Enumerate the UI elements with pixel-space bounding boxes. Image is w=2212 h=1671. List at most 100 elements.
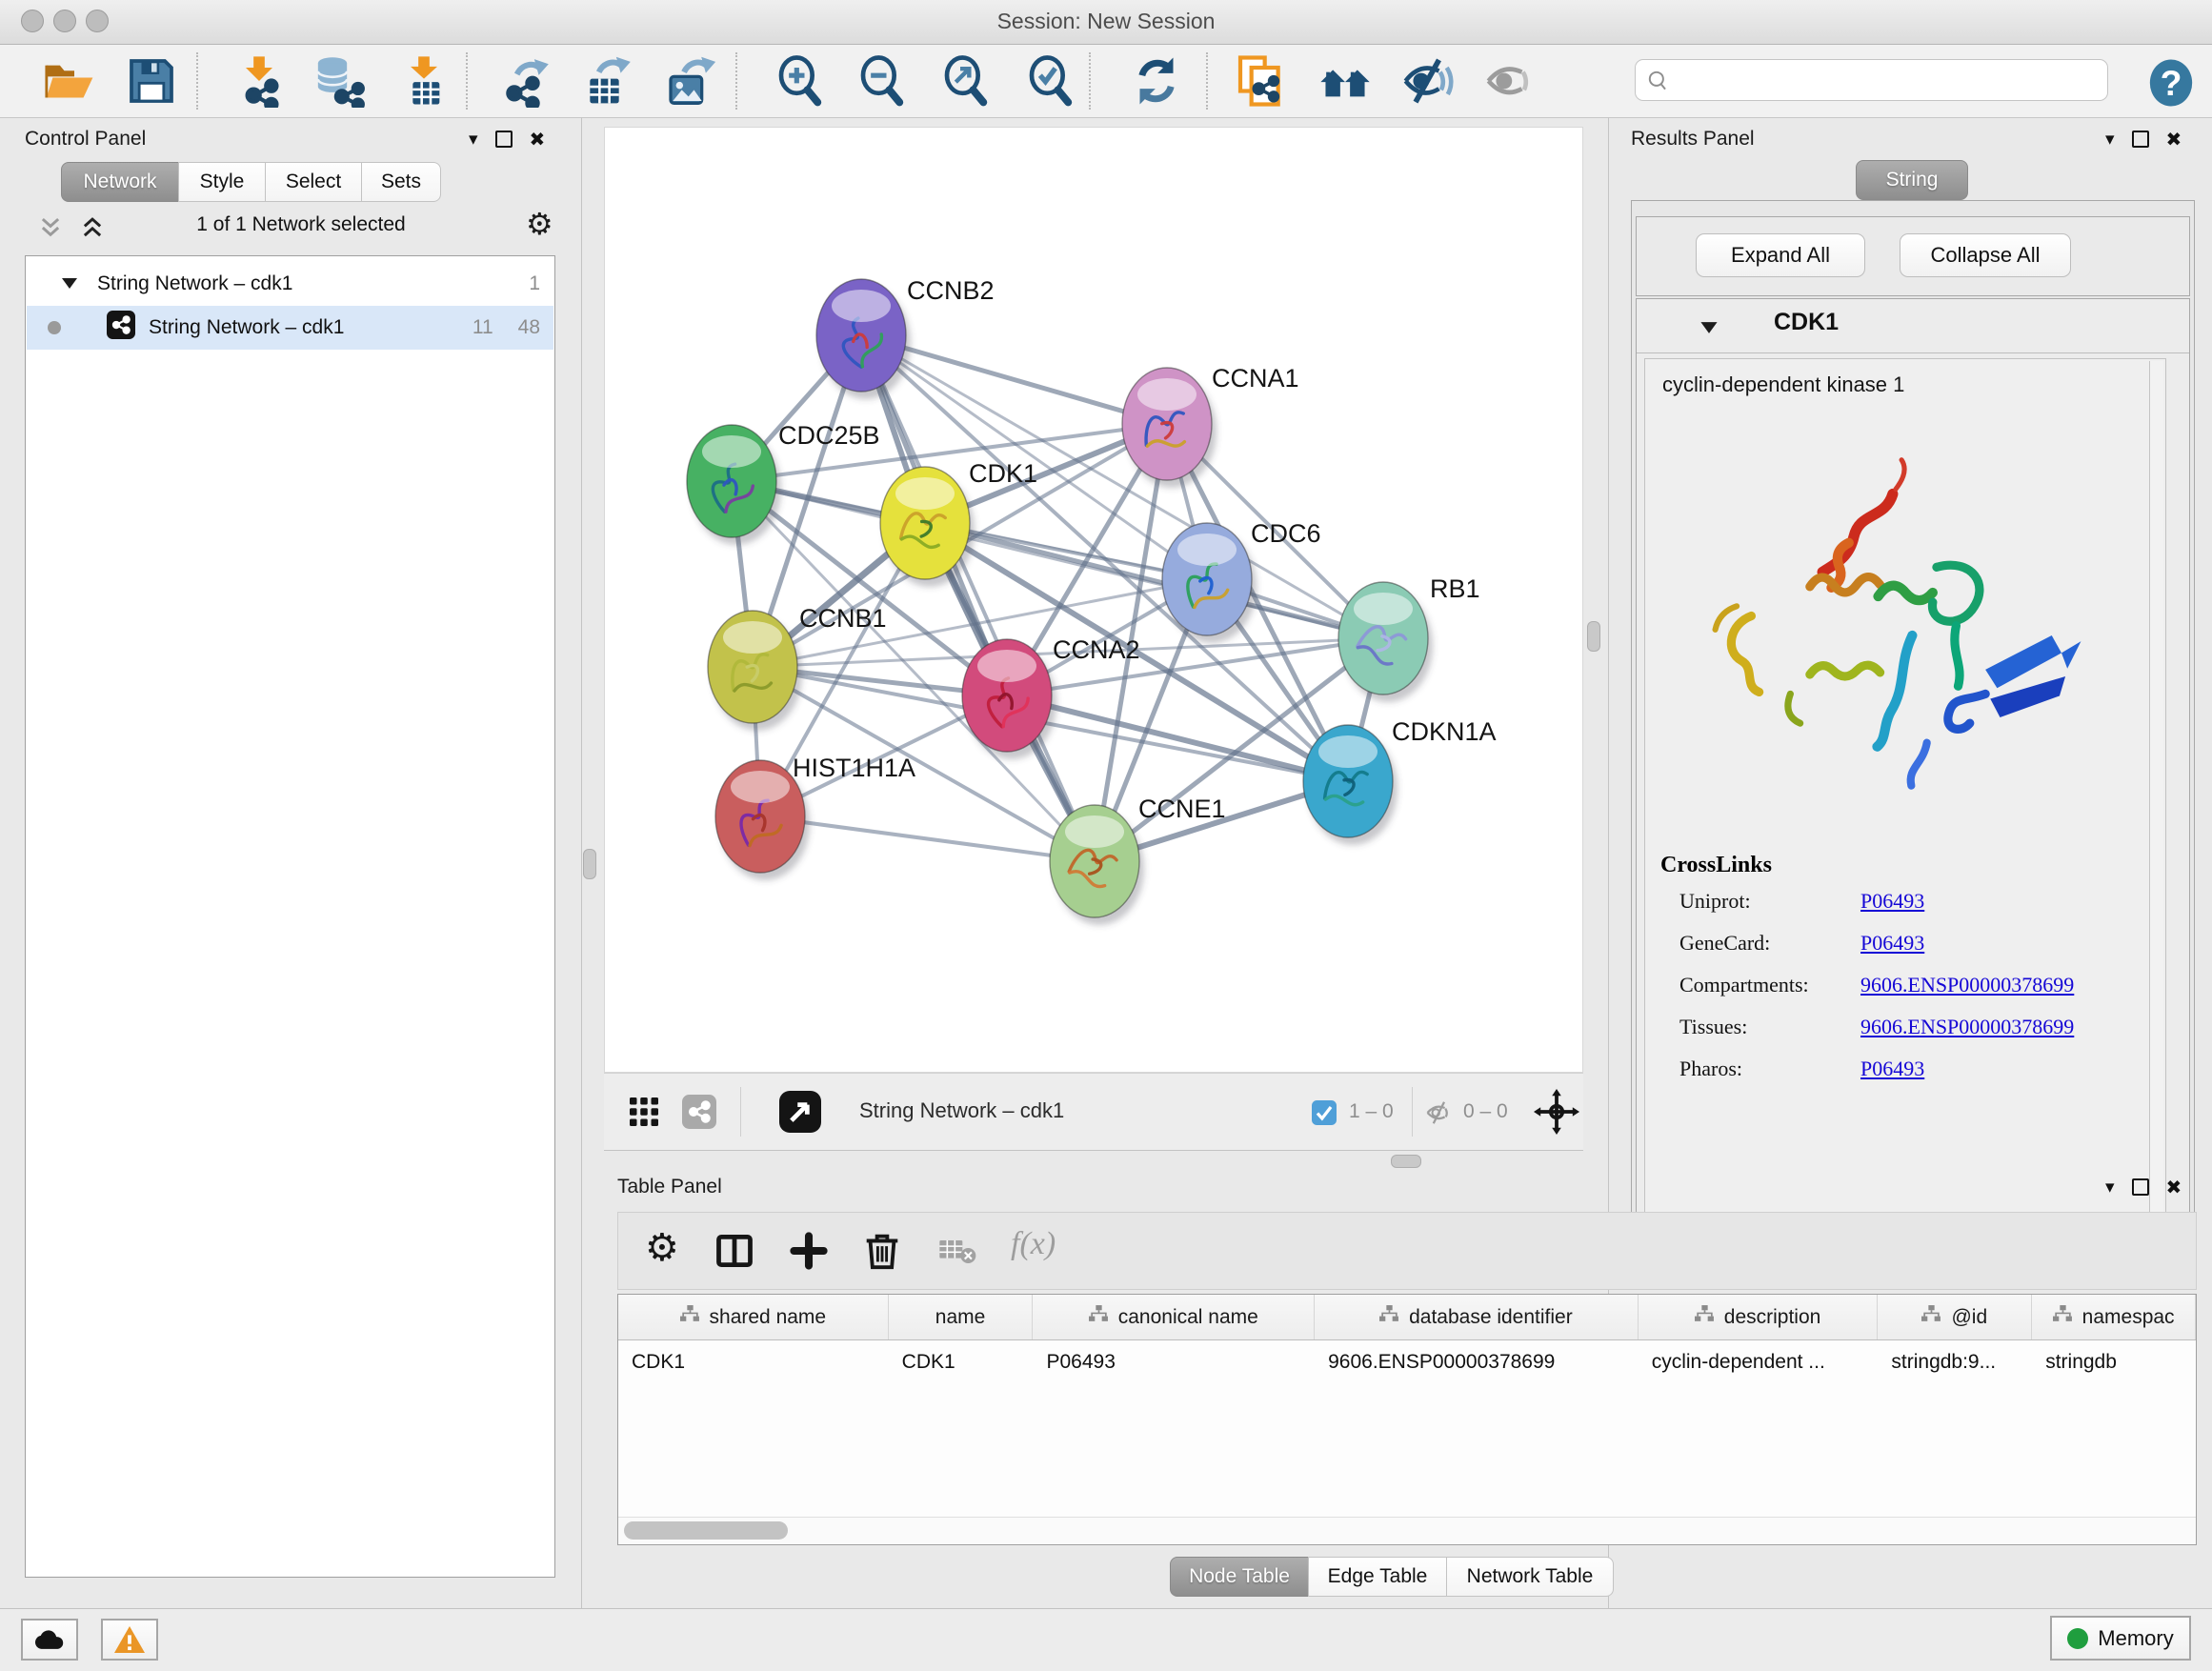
import-network-from-file-button[interactable] xyxy=(231,54,287,110)
crosslink-value[interactable]: 9606.ENSP00000378699 xyxy=(1860,1015,2074,1039)
table-cell[interactable]: CDK1 xyxy=(618,1340,889,1384)
network-share-icon[interactable] xyxy=(682,1095,716,1134)
column-header-description[interactable]: description xyxy=(1639,1295,1879,1339)
network-node-CCNB1[interactable]: CCNB1 xyxy=(708,604,887,731)
panel-menu-icon[interactable]: ▾ xyxy=(2105,1178,2115,1197)
panel-close-icon[interactable]: ✖ xyxy=(530,130,546,149)
table-cell[interactable]: P06493 xyxy=(1033,1340,1315,1384)
collapse-triangle-icon[interactable] xyxy=(61,272,78,295)
table-cell[interactable]: cyclin-dependent ... xyxy=(1639,1340,1879,1384)
network-options-gear-icon[interactable]: ⚙ xyxy=(526,206,553,242)
column-header-canonical-name[interactable]: canonical name xyxy=(1033,1295,1315,1339)
selected-checkbox-icon[interactable] xyxy=(1312,1100,1337,1130)
table-hscrollbar[interactable] xyxy=(618,1517,2196,1544)
network-edge[interactable] xyxy=(861,335,1095,861)
grid-view-icon[interactable] xyxy=(627,1095,661,1134)
network-node-CDC25B[interactable]: CDC25B xyxy=(687,421,880,545)
open-session-button[interactable] xyxy=(40,54,95,110)
column-header-label: shared name xyxy=(710,1306,827,1329)
crosslink-value[interactable]: P06493 xyxy=(1860,889,1924,914)
import-table-from-file-button[interactable] xyxy=(396,54,452,110)
hide-selected-button[interactable] xyxy=(1401,54,1457,110)
tab-network-table[interactable]: Network Table xyxy=(1446,1557,1614,1597)
cloud-status-button[interactable] xyxy=(21,1619,78,1661)
crosslink-value[interactable]: P06493 xyxy=(1860,931,1924,956)
panel-float-icon[interactable] xyxy=(2132,1178,2149,1196)
import-network-from-database-button[interactable] xyxy=(312,54,367,110)
column-header-namespac[interactable]: namespac xyxy=(2032,1295,2196,1339)
network-node-CCNE1[interactable]: CCNE1 xyxy=(1050,795,1226,925)
zoom-selected-button[interactable] xyxy=(1024,54,1079,110)
network-graph[interactable]: CCNB2CCNA1CDC25BCDK1CDC6RB1CCNB1CCNA2CDK… xyxy=(605,128,1582,1072)
table-cell[interactable]: stringdb xyxy=(2032,1340,2196,1384)
hscrollbar-thumb[interactable] xyxy=(624,1521,788,1540)
bottom-splitter-handle[interactable] xyxy=(1391,1155,1421,1168)
panel-menu-icon[interactable]: ▾ xyxy=(469,131,478,149)
network-canvas[interactable]: CCNB2CCNA1CDC25BCDK1CDC6RB1CCNB1CCNA2CDK… xyxy=(604,127,1583,1073)
collapse-all-button[interactable]: Collapse All xyxy=(1900,233,2071,277)
show-all-button[interactable] xyxy=(1484,54,1539,110)
delete-column-trash-icon[interactable] xyxy=(860,1228,904,1277)
save-session-button[interactable] xyxy=(124,54,179,110)
column-header-name[interactable]: name xyxy=(889,1295,1034,1339)
network-node-CCNB2[interactable]: CCNB2 xyxy=(816,276,995,399)
panel-menu-icon[interactable]: ▾ xyxy=(2105,131,2115,149)
crosslink-value[interactable]: 9606.ENSP00000378699 xyxy=(1860,973,2074,997)
tab-string[interactable]: String xyxy=(1856,160,1968,200)
column-header-database-identifier[interactable]: database identifier xyxy=(1315,1295,1639,1339)
pan-crosshair-icon[interactable] xyxy=(1534,1089,1579,1139)
tab-select[interactable]: Select xyxy=(265,162,362,202)
network-edge[interactable] xyxy=(760,816,1095,861)
memory-button[interactable]: Memory xyxy=(2050,1616,2191,1661)
column-header--id[interactable]: @id xyxy=(1878,1295,2032,1339)
panel-close-icon[interactable]: ✖ xyxy=(2166,130,2182,149)
right-splitter-handle[interactable] xyxy=(1587,621,1600,652)
table-row[interactable]: CDK1CDK1P064939606.ENSP00000378699cyclin… xyxy=(618,1340,2196,1384)
zoom-out-button[interactable] xyxy=(855,54,911,110)
network-collection-row[interactable]: String Network – cdk1 1 xyxy=(27,262,553,306)
fit-content-button[interactable] xyxy=(939,54,995,110)
tab-edge-table[interactable]: Edge Table xyxy=(1308,1557,1447,1597)
results-scrollbar[interactable] xyxy=(2149,361,2163,1218)
show-columns-icon[interactable] xyxy=(714,1230,755,1277)
tab-network[interactable]: Network xyxy=(61,162,179,202)
clone-network-button[interactable] xyxy=(1233,54,1288,110)
collapse-all-icon[interactable] xyxy=(38,215,63,245)
tab-sets[interactable]: Sets xyxy=(361,162,441,202)
birdseye-view-button[interactable] xyxy=(779,1091,821,1137)
table-settings-gear-icon[interactable]: ⚙ xyxy=(645,1226,679,1270)
crosslink-value[interactable]: P06493 xyxy=(1860,1057,1924,1081)
zoom-in-button[interactable] xyxy=(774,54,829,110)
panel-float-icon[interactable] xyxy=(495,131,513,148)
panel-close-icon[interactable]: ✖ xyxy=(2166,1178,2182,1197)
expand-all-button[interactable]: Expand All xyxy=(1696,233,1865,277)
network-node-CDKN1A[interactable]: CDKN1A xyxy=(1303,717,1497,845)
network-node-CDK1[interactable]: CDK1 xyxy=(880,459,1037,587)
left-panel-divider[interactable] xyxy=(581,117,582,1608)
network-node-CDC6[interactable]: CDC6 xyxy=(1162,519,1321,643)
warnings-button[interactable] xyxy=(101,1619,158,1661)
add-column-icon[interactable] xyxy=(788,1230,830,1277)
table-cell[interactable]: CDK1 xyxy=(889,1340,1034,1384)
network-row-selected[interactable]: String Network – cdk1 11 48 xyxy=(27,306,553,350)
network-node-HIST1H1A[interactable]: HIST1H1A xyxy=(715,754,915,880)
crosslink-label: Uniprot: xyxy=(1679,889,1860,914)
panel-float-icon[interactable] xyxy=(2132,131,2149,148)
node-label-CDK1: CDK1 xyxy=(969,459,1037,488)
expand-all-icon[interactable] xyxy=(80,215,105,245)
column-header-shared-name[interactable]: shared name xyxy=(618,1295,889,1339)
section-collapse-triangle-icon[interactable] xyxy=(1699,320,1719,339)
apply-preferred-layout-button[interactable] xyxy=(1129,54,1184,110)
left-splitter-handle[interactable] xyxy=(583,849,596,879)
first-neighbors-button[interactable] xyxy=(1317,54,1373,110)
export-table-button[interactable] xyxy=(580,54,635,110)
tab-node-table[interactable]: Node Table xyxy=(1170,1557,1309,1597)
search-input[interactable] xyxy=(1635,59,2108,101)
export-image-button[interactable] xyxy=(663,54,718,110)
table-cell[interactable]: stringdb:9... xyxy=(1878,1340,2032,1384)
table-cell[interactable]: 9606.ENSP00000378699 xyxy=(1315,1340,1639,1384)
tab-style[interactable]: Style xyxy=(178,162,266,202)
help-button[interactable]: ? xyxy=(2143,56,2199,111)
export-network-button[interactable] xyxy=(498,54,553,110)
network-node-RB1[interactable]: RB1 xyxy=(1338,574,1480,702)
